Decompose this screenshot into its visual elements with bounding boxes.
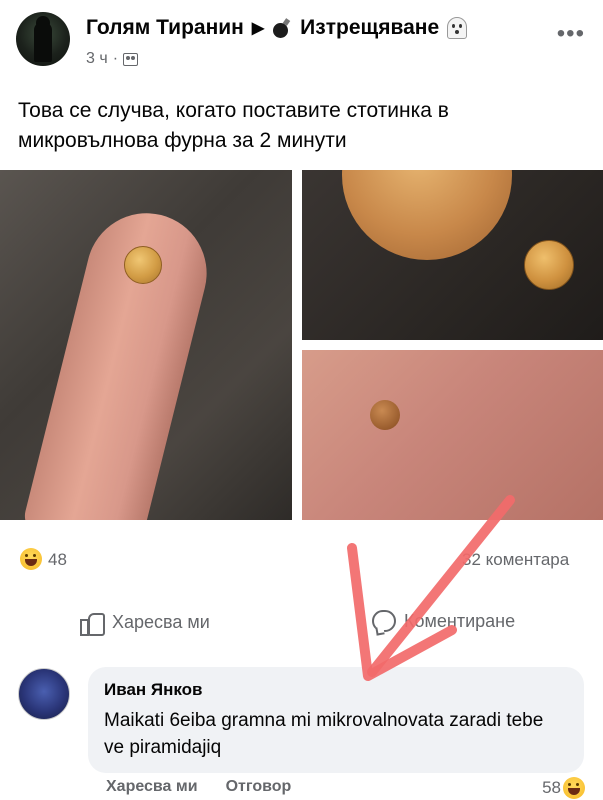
- comment-text: Maikati 6eiba gramna mi mikrovalnovata z…: [104, 710, 544, 758]
- laughing-emoji-icon[interactable]: [20, 548, 42, 570]
- comment-actions: Харесва ми Отговор: [106, 778, 291, 796]
- comments-count[interactable]: 32 коментара: [462, 550, 569, 570]
- post-title-line: Голям Тиранин ▶ Изтрещяване: [86, 16, 468, 40]
- post-meta: 3 ч ·: [86, 50, 139, 68]
- post-time[interactable]: 3 ч: [86, 50, 108, 68]
- comment-reply-link[interactable]: Отговор: [226, 778, 292, 796]
- photo-coin-comparison[interactable]: [302, 170, 603, 340]
- post-actions: Харесва ми Коментиране: [0, 600, 603, 648]
- post-header: Голям Тиранин ▶ Изтрещяване 3 ч · •••: [0, 0, 603, 84]
- group-avatar[interactable]: [16, 12, 70, 66]
- post-stats: 48 32 коментара: [0, 544, 603, 574]
- post-text: Това се случва, когато поставите стотинк…: [18, 99, 449, 152]
- comment-bubble: Иван Янков Maikati 6eiba gramna mi mikro…: [88, 667, 584, 773]
- like-label: Харесва ми: [112, 611, 210, 632]
- like-button[interactable]: Харесва ми: [80, 610, 210, 636]
- group-privacy-icon: [123, 52, 139, 66]
- photo-coin-on-palm[interactable]: [302, 350, 603, 520]
- comment-button[interactable]: Коментиране: [372, 610, 515, 632]
- comment-bubble-icon: [372, 610, 396, 632]
- photo-coin-on-finger[interactable]: [0, 170, 292, 520]
- comment-label: Коментиране: [404, 610, 516, 631]
- commenter-avatar[interactable]: [18, 668, 70, 720]
- laughing-emoji-icon[interactable]: [563, 777, 585, 799]
- post-photos: [0, 170, 603, 520]
- comment-like-link[interactable]: Харесва ми: [106, 778, 198, 796]
- ghost-icon: [447, 17, 468, 39]
- play-triangle-icon: ▶: [251, 20, 265, 37]
- group-name[interactable]: Голям Тиранин: [86, 16, 244, 40]
- comment-author[interactable]: Иван Янков: [104, 680, 203, 700]
- thumbs-up-icon: [80, 610, 105, 636]
- bomb-icon: [272, 18, 292, 38]
- more-options-icon[interactable]: •••: [557, 20, 585, 48]
- comment-reactions-count[interactable]: 58: [542, 778, 561, 798]
- reactions-count[interactable]: 48: [48, 550, 67, 570]
- dot-separator: ·: [112, 50, 119, 67]
- page-name[interactable]: Изтрещяване: [300, 16, 439, 40]
